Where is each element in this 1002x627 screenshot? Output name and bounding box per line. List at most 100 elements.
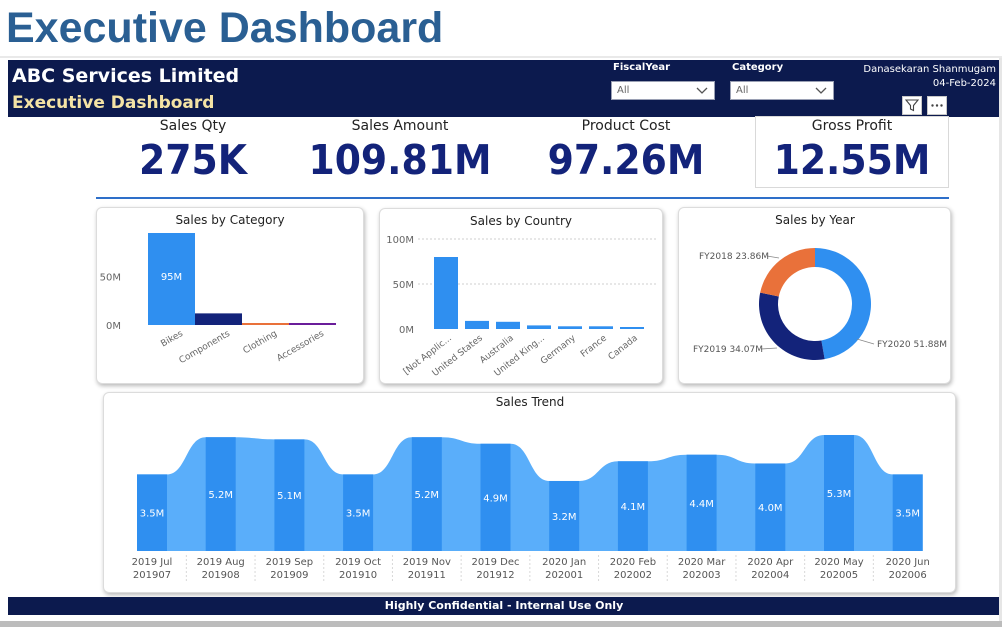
kpi-divider — [96, 197, 949, 199]
x-tick-label: 2019 Nov — [403, 557, 451, 568]
x-tick-label: 2019 Oct — [335, 557, 381, 568]
donut-slice[interactable] — [759, 292, 825, 360]
x-tick-sublabel: 201909 — [270, 570, 308, 581]
x-tick-sublabel: 202006 — [889, 570, 927, 581]
x-tick-label: 2019 Dec — [472, 557, 520, 568]
sales-by-country-chart: Sales by Country0M50M100M[Not Applic...U… — [386, 214, 658, 379]
y-tick-label: 0M — [399, 325, 414, 336]
data-label: 5.2M — [208, 490, 233, 501]
x-tick-sublabel: 201911 — [408, 570, 446, 581]
report-header: ABC Services Limited Executive Dashboard… — [8, 60, 1000, 117]
x-tick-sublabel: 202002 — [614, 570, 652, 581]
category-dropdown[interactable]: All — [730, 81, 834, 100]
more-options-icon — [931, 104, 943, 107]
x-tick-sublabel: 202003 — [683, 570, 721, 581]
x-tick-sublabel: 201907 — [133, 570, 171, 581]
sales-trend-chart: Sales Trend 3.5M 2019 Jul 201907 5.2M 2019 Au… — [132, 395, 930, 581]
bottom-band — [0, 621, 1002, 627]
sales-trend-card[interactable]: Sales Trend 3.5M 2019 Jul 201907 5.2M 2019 Au… — [103, 392, 956, 593]
slice-label: FY2018 23.86M — [699, 252, 769, 262]
x-tick-label: 2020 Jun — [886, 557, 930, 568]
kpi-value: 275K — [139, 136, 247, 184]
kpi-value: 97.26M — [547, 136, 705, 184]
ribbon-area — [137, 435, 923, 551]
kpi-label: Sales Qty — [159, 118, 227, 134]
more-options-button[interactable] — [927, 96, 947, 115]
kpi-product-cost: Product Cost 97.26M — [526, 118, 726, 184]
data-label: 5.2M — [415, 490, 440, 501]
x-tick-label: Clothing — [242, 329, 279, 356]
fiscal-year-filter-label: FiscalYear — [613, 62, 671, 73]
bar-country[interactable] — [496, 321, 520, 329]
bar-country[interactable] — [558, 326, 582, 329]
data-label: 5.3M — [827, 489, 852, 500]
bar-country[interactable] — [527, 325, 551, 329]
dashboard-name: Executive Dashboard — [12, 93, 215, 113]
x-tick-label: 2020 Mar — [678, 557, 726, 568]
chart-title: Sales Trend — [496, 395, 565, 409]
y-tick-label: 50M — [393, 280, 414, 291]
bar-country[interactable] — [589, 326, 613, 329]
confidentiality-footer: Highly Confidential - Internal Use Only — [8, 597, 1000, 615]
sales-by-category-chart: Sales by Category 0M 50M 95M BikesComponents… — [100, 213, 336, 366]
data-label: 4.1M — [621, 502, 646, 513]
x-tick-label: 2019 Jul — [132, 557, 173, 568]
x-tick-label: 2020 Feb — [610, 557, 656, 568]
x-tick-label: Accessories — [275, 329, 326, 364]
donut-slice[interactable] — [815, 248, 871, 360]
slice-label: FY2020 51.88M — [877, 340, 947, 350]
category-value: All — [736, 85, 749, 96]
chevron-down-icon — [815, 87, 827, 94]
fiscal-year-dropdown[interactable]: All — [611, 81, 715, 100]
x-tick-sublabel: 201912 — [476, 570, 514, 581]
x-tick-sublabel: 201908 — [202, 570, 240, 581]
user-name: Danasekaran Shanmugam — [863, 64, 996, 75]
x-tick-label: 2019 Aug — [197, 557, 245, 568]
slide-title: Executive Dashboard — [6, 4, 444, 52]
x-tick-label: Bikes — [159, 329, 185, 350]
x-tick-label: 2020 Apr — [747, 557, 794, 568]
data-label: 4.4M — [689, 499, 714, 510]
x-tick-label: France — [579, 333, 609, 360]
y-tick-label: 50M — [100, 273, 121, 284]
bar-country[interactable] — [434, 257, 458, 329]
bar-country[interactable] — [465, 320, 489, 329]
kpi-value: 109.81M — [308, 136, 492, 184]
leader-line — [856, 338, 875, 345]
x-tick-sublabel: 201910 — [339, 570, 377, 581]
bar-clothing[interactable] — [242, 323, 289, 325]
x-tick-label: 2020 May — [814, 557, 863, 568]
kpi-label: Sales Amount — [351, 118, 449, 134]
y-tick-label: 0M — [106, 321, 121, 332]
x-tick-label: Components — [178, 329, 233, 366]
filter-button[interactable] — [902, 96, 922, 115]
data-label: 3.5M — [895, 509, 920, 520]
chevron-down-icon — [696, 87, 708, 94]
bar-country[interactable] — [620, 327, 644, 329]
chart-title: Sales by Category — [175, 213, 284, 227]
sales-by-year-chart: Sales by Year FY2020 51.88M FY2019 34.07M F… — [693, 213, 947, 360]
data-label: 4.9M — [483, 493, 508, 504]
report-date: 04-Feb-2024 — [932, 78, 996, 89]
data-label: 4.0M — [758, 503, 783, 514]
bar-accessories[interactable] — [289, 323, 336, 325]
sales-by-category-card[interactable]: Sales by Category 0M 50M 95M Bikes Components… — [96, 207, 364, 384]
sales-by-country-card[interactable]: Sales by Country 0M 50M 100M [Not Applic... U… — [379, 208, 663, 384]
chart-title: Sales by Country — [470, 214, 572, 228]
x-tick-label: 2020 Jan — [542, 557, 586, 568]
data-label: 3.5M — [346, 509, 371, 520]
data-label: 5.1M — [277, 491, 302, 502]
kpi-value: 12.55M — [773, 136, 931, 184]
title-divider — [0, 56, 1002, 58]
chart-title: Sales by Year — [775, 213, 855, 227]
y-tick-label: 100M — [386, 235, 414, 246]
sales-by-year-card[interactable]: Sales by Year FY2020 51.88M FY2019 34.07M F… — [678, 207, 951, 384]
category-filter-label: Category — [732, 62, 784, 73]
x-tick-sublabel: 202001 — [545, 570, 583, 581]
data-label: 95M — [161, 272, 182, 283]
slice-label: FY2019 34.07M — [693, 345, 763, 355]
x-tick-label: 2019 Sep — [266, 557, 313, 568]
bar-components[interactable] — [195, 313, 242, 325]
kpi-label: Product Cost — [581, 118, 671, 134]
data-label: 3.5M — [140, 509, 165, 520]
